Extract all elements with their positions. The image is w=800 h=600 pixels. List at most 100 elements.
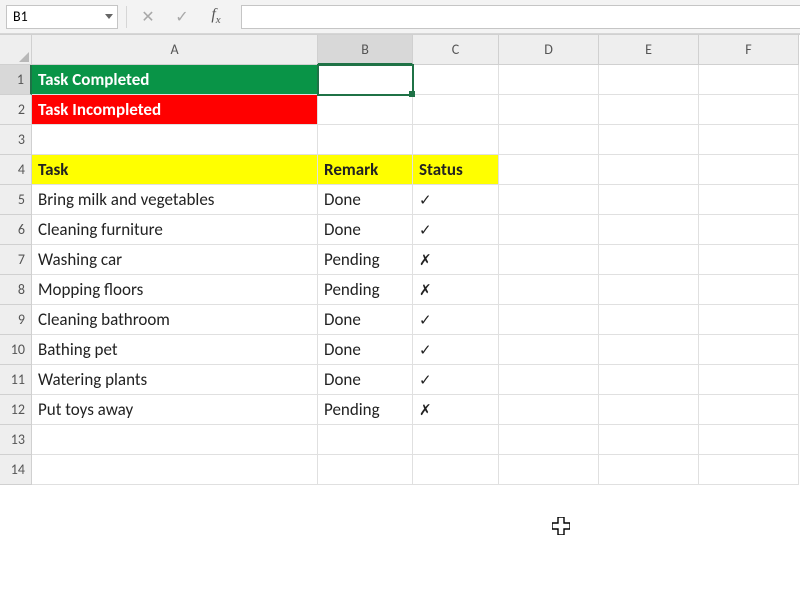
- name-box-dropdown-icon[interactable]: [105, 14, 113, 19]
- cell-F3[interactable]: [699, 125, 799, 155]
- row-header-14[interactable]: 14: [0, 455, 32, 485]
- cell-F1[interactable]: [699, 65, 799, 95]
- col-header-A[interactable]: A: [32, 35, 318, 65]
- cell-A3[interactable]: [32, 125, 318, 155]
- row-header-9[interactable]: 9: [0, 305, 32, 335]
- cell-D13[interactable]: [499, 425, 599, 455]
- cell-D8[interactable]: [499, 275, 599, 305]
- cell-C9[interactable]: ✓: [413, 305, 499, 335]
- cell-E3[interactable]: [599, 125, 699, 155]
- cell-D7[interactable]: [499, 245, 599, 275]
- cell-F10[interactable]: [699, 335, 799, 365]
- cell-B1[interactable]: [318, 65, 413, 95]
- col-header-B[interactable]: B: [318, 35, 413, 65]
- row-header-1[interactable]: 1: [0, 65, 32, 95]
- cell-F13[interactable]: [699, 425, 799, 455]
- cell-C5[interactable]: ✓: [413, 185, 499, 215]
- cell-E5[interactable]: [599, 185, 699, 215]
- cell-C8[interactable]: ✗: [413, 275, 499, 305]
- cell-F5[interactable]: [699, 185, 799, 215]
- col-header-C[interactable]: C: [413, 35, 499, 65]
- cell-D10[interactable]: [499, 335, 599, 365]
- cell-C2[interactable]: [413, 95, 499, 125]
- cell-B13[interactable]: [318, 425, 413, 455]
- col-header-F[interactable]: F: [699, 35, 799, 65]
- cell-C4[interactable]: Status: [413, 155, 499, 185]
- row-header-13[interactable]: 13: [0, 425, 32, 455]
- cell-A14[interactable]: [32, 455, 318, 485]
- cell-B3[interactable]: [318, 125, 413, 155]
- cell-E1[interactable]: [599, 65, 699, 95]
- cell-F9[interactable]: [699, 305, 799, 335]
- cell-D1[interactable]: [499, 65, 599, 95]
- cell-D3[interactable]: [499, 125, 599, 155]
- row-header-2[interactable]: 2: [0, 95, 32, 125]
- cell-C14[interactable]: [413, 455, 499, 485]
- row-header-7[interactable]: 7: [0, 245, 32, 275]
- cell-E4[interactable]: [599, 155, 699, 185]
- cell-A5[interactable]: Bring milk and vegetables: [32, 185, 318, 215]
- row-header-6[interactable]: 6: [0, 215, 32, 245]
- cell-F6[interactable]: [699, 215, 799, 245]
- cell-D5[interactable]: [499, 185, 599, 215]
- insert-function-button[interactable]: fx: [203, 4, 229, 30]
- cell-A8[interactable]: Mopping floors: [32, 275, 318, 305]
- cell-B7[interactable]: Pending: [318, 245, 413, 275]
- cell-F8[interactable]: [699, 275, 799, 305]
- cell-A9[interactable]: Cleaning bathroom: [32, 305, 318, 335]
- cell-A6[interactable]: Cleaning furniture: [32, 215, 318, 245]
- cell-E10[interactable]: [599, 335, 699, 365]
- cell-B12[interactable]: Pending: [318, 395, 413, 425]
- row-header-11[interactable]: 11: [0, 365, 32, 395]
- cell-C6[interactable]: ✓: [413, 215, 499, 245]
- cell-F2[interactable]: [699, 95, 799, 125]
- cell-D6[interactable]: [499, 215, 599, 245]
- cell-D14[interactable]: [499, 455, 599, 485]
- cell-D9[interactable]: [499, 305, 599, 335]
- cell-E12[interactable]: [599, 395, 699, 425]
- cell-C10[interactable]: ✓: [413, 335, 499, 365]
- row-header-10[interactable]: 10: [0, 335, 32, 365]
- cell-F4[interactable]: [699, 155, 799, 185]
- col-header-E[interactable]: E: [599, 35, 699, 65]
- cell-D12[interactable]: [499, 395, 599, 425]
- cell-D11[interactable]: [499, 365, 599, 395]
- cell-A11[interactable]: Watering plants: [32, 365, 318, 395]
- cell-C12[interactable]: ✗: [413, 395, 499, 425]
- cell-E13[interactable]: [599, 425, 699, 455]
- confirm-button[interactable]: ✓: [169, 4, 195, 30]
- select-all-corner[interactable]: [0, 35, 32, 65]
- cancel-button[interactable]: ✕: [135, 4, 161, 30]
- formula-input[interactable]: [241, 5, 800, 29]
- cell-A12[interactable]: Put toys away: [32, 395, 318, 425]
- cell-C13[interactable]: [413, 425, 499, 455]
- cell-E7[interactable]: [599, 245, 699, 275]
- cell-A1[interactable]: Task Completed: [32, 65, 318, 95]
- name-box[interactable]: B1: [6, 5, 118, 29]
- cell-F12[interactable]: [699, 395, 799, 425]
- cell-B14[interactable]: [318, 455, 413, 485]
- cell-B4[interactable]: Remark: [318, 155, 413, 185]
- cell-F7[interactable]: [699, 245, 799, 275]
- row-header-5[interactable]: 5: [0, 185, 32, 215]
- cell-A13[interactable]: [32, 425, 318, 455]
- cell-B8[interactable]: Pending: [318, 275, 413, 305]
- cell-E9[interactable]: [599, 305, 699, 335]
- cell-C7[interactable]: ✗: [413, 245, 499, 275]
- row-header-4[interactable]: 4: [0, 155, 32, 185]
- cell-D4[interactable]: [499, 155, 599, 185]
- cell-D2[interactable]: [499, 95, 599, 125]
- cell-F11[interactable]: [699, 365, 799, 395]
- cell-B6[interactable]: Done: [318, 215, 413, 245]
- cell-B9[interactable]: Done: [318, 305, 413, 335]
- cell-C1[interactable]: [413, 65, 499, 95]
- row-header-8[interactable]: 8: [0, 275, 32, 305]
- cell-A7[interactable]: Washing car: [32, 245, 318, 275]
- col-header-D[interactable]: D: [499, 35, 599, 65]
- cell-B11[interactable]: Done: [318, 365, 413, 395]
- cell-E2[interactable]: [599, 95, 699, 125]
- cell-E14[interactable]: [599, 455, 699, 485]
- cell-E11[interactable]: [599, 365, 699, 395]
- row-header-3[interactable]: 3: [0, 125, 32, 155]
- cell-B5[interactable]: Done: [318, 185, 413, 215]
